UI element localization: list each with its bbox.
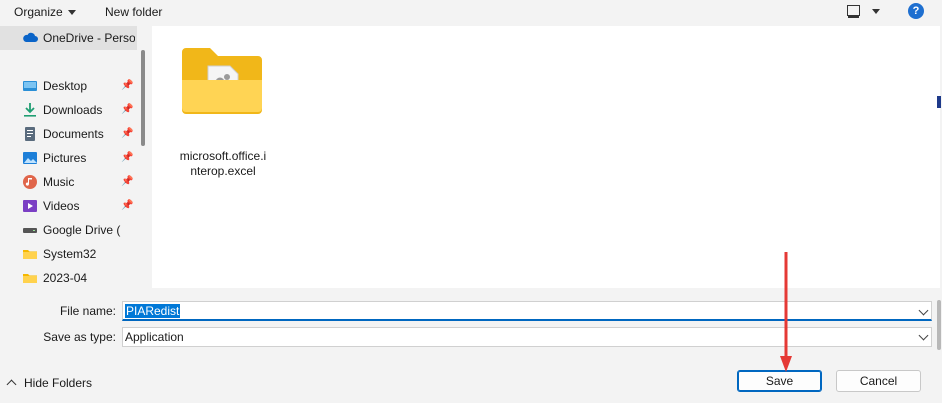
form-scrollbar[interactable] <box>937 300 941 350</box>
file-name-label: File name: <box>59 304 116 318</box>
pin-icon: 📌 <box>121 80 134 91</box>
toolbar: Organize New folder ? <box>0 0 942 26</box>
folder-icon <box>22 270 38 286</box>
pin-icon: 📌 <box>121 104 134 115</box>
content-scroll-indicator <box>937 96 941 108</box>
file-list-pane[interactable]: microsoft.office.interop.excel <box>152 26 940 288</box>
organize-label: Organize <box>14 5 63 19</box>
drive-icon <box>22 222 38 238</box>
file-name-field[interactable]: PIARedist <box>122 301 932 321</box>
navigation-pane[interactable]: OneDrive - Person Desktop 📌 Downloads 📌 … <box>0 26 152 288</box>
chevron-down-icon <box>67 10 76 16</box>
new-folder-button[interactable]: New folder <box>105 3 162 21</box>
folder-icon <box>182 48 262 114</box>
folder-item[interactable]: microsoft.office.interop.excel <box>177 43 267 178</box>
nav-label: System32 <box>43 247 97 261</box>
sidebar-item-music[interactable]: Music 📌 <box>0 170 137 194</box>
cancel-button[interactable]: Cancel <box>836 370 921 392</box>
sidebar-item-pictures[interactable]: Pictures 📌 <box>0 146 137 170</box>
sidebar-item-videos[interactable]: Videos 📌 <box>0 194 137 218</box>
save-type-select[interactable]: Application <box>122 327 932 347</box>
folder-label: microsoft.office.interop.excel <box>179 149 267 178</box>
save-form: File name: PIARedist Save as type: Appli… <box>0 288 942 352</box>
save-type-label: Save as type: <box>43 330 116 344</box>
hide-folders-label: Hide Folders <box>24 376 93 390</box>
chevron-down-icon <box>872 9 880 14</box>
document-icon <box>22 126 38 142</box>
organize-menu[interactable]: Organize <box>14 3 76 21</box>
file-name-value[interactable]: PIARedist <box>125 304 181 318</box>
sidebar-item-documents[interactable]: Documents 📌 <box>0 122 137 146</box>
pictures-icon <box>22 150 38 166</box>
chevron-down-icon[interactable] <box>918 330 929 341</box>
videos-icon <box>22 198 38 214</box>
annotation-arrow-icon <box>780 252 792 372</box>
pin-icon: 📌 <box>121 128 134 139</box>
pin-icon: 📌 <box>121 152 134 163</box>
nav-item-onedrive[interactable]: OneDrive - Person <box>0 26 137 50</box>
nav-label: Google Drive ( <box>43 223 121 237</box>
help-button[interactable]: ? <box>908 3 924 19</box>
folder-icon <box>22 246 38 262</box>
save-type-value: Application <box>125 330 184 344</box>
music-icon <box>22 174 38 190</box>
chevron-up-icon <box>6 379 17 390</box>
nav-scrollbar[interactable] <box>141 50 145 146</box>
download-icon <box>22 102 38 118</box>
hide-folders-button[interactable]: Hide Folders <box>6 375 93 391</box>
sidebar-item-downloads[interactable]: Downloads 📌 <box>0 98 137 122</box>
view-icon <box>847 5 860 18</box>
nav-label: 2023-04 <box>43 271 88 285</box>
cloud-icon <box>22 30 38 46</box>
sidebar-item-system32[interactable]: System32 <box>0 242 137 266</box>
desktop-icon <box>22 78 38 94</box>
pin-icon: 📌 <box>121 176 134 187</box>
sidebar-item-desktop[interactable]: Desktop 📌 <box>0 74 137 98</box>
view-options-button[interactable] <box>846 4 884 20</box>
pin-icon: 📌 <box>121 200 134 211</box>
sidebar-item-2023-04[interactable]: 2023-04 <box>0 266 137 288</box>
dialog-footer: Hide Folders Save Cancel <box>0 352 942 403</box>
chevron-down-icon[interactable] <box>918 305 929 316</box>
sidebar-item-google-drive[interactable]: Google Drive ( <box>0 218 137 242</box>
nav-label: OneDrive - Person <box>43 31 135 45</box>
